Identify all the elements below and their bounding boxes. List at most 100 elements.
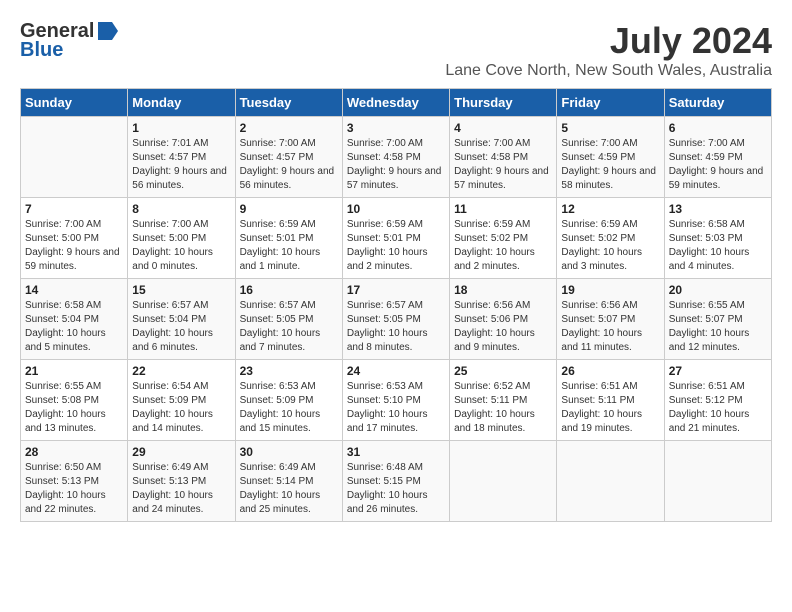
logo-icon: [96, 20, 118, 42]
day-info: Sunrise: 6:58 AMSunset: 5:03 PMDaylight:…: [669, 218, 767, 274]
day-header-saturday: Saturday: [664, 89, 771, 117]
day-cell: 18 Sunrise: 6:56 AMSunset: 5:06 PMDayligh…: [450, 279, 557, 360]
day-number: 14: [25, 283, 123, 297]
day-number: 7: [25, 202, 123, 216]
day-info: Sunrise: 6:49 AMSunset: 5:14 PMDaylight:…: [240, 461, 338, 517]
day-info: Sunrise: 6:51 AMSunset: 5:12 PMDaylight:…: [669, 380, 767, 436]
day-number: 15: [132, 283, 230, 297]
day-info: Sunrise: 6:55 AMSunset: 5:08 PMDaylight:…: [25, 380, 123, 436]
day-header-wednesday: Wednesday: [342, 89, 449, 117]
day-cell: 2 Sunrise: 7:00 AMSunset: 4:57 PMDaylight…: [235, 117, 342, 198]
day-number: 29: [132, 445, 230, 459]
day-header-friday: Friday: [557, 89, 664, 117]
day-header-tuesday: Tuesday: [235, 89, 342, 117]
day-header-monday: Monday: [128, 89, 235, 117]
day-number: 22: [132, 364, 230, 378]
day-header-sunday: Sunday: [21, 89, 128, 117]
day-number: 28: [25, 445, 123, 459]
day-info: Sunrise: 7:00 AMSunset: 4:59 PMDaylight:…: [561, 137, 659, 193]
day-cell: 9 Sunrise: 6:59 AMSunset: 5:01 PMDaylight…: [235, 198, 342, 279]
day-number: 4: [454, 121, 552, 135]
day-number: 2: [240, 121, 338, 135]
day-info: Sunrise: 6:59 AMSunset: 5:01 PMDaylight:…: [347, 218, 445, 274]
day-cell: [664, 441, 771, 522]
day-cell: 8 Sunrise: 7:00 AMSunset: 5:00 PMDaylight…: [128, 198, 235, 279]
location: Lane Cove North, New South Wales, Austra…: [445, 62, 772, 80]
day-info: Sunrise: 7:01 AMSunset: 4:57 PMDaylight:…: [132, 137, 230, 193]
day-cell: 19 Sunrise: 6:56 AMSunset: 5:07 PMDayligh…: [557, 279, 664, 360]
day-info: Sunrise: 7:00 AMSunset: 5:00 PMDaylight:…: [132, 218, 230, 274]
day-info: Sunrise: 6:50 AMSunset: 5:13 PMDaylight:…: [25, 461, 123, 517]
day-number: 6: [669, 121, 767, 135]
logo-blue-text: Blue: [20, 39, 63, 62]
day-number: 12: [561, 202, 659, 216]
week-row-4: 21 Sunrise: 6:55 AMSunset: 5:08 PMDayligh…: [21, 360, 772, 441]
day-number: 21: [25, 364, 123, 378]
day-cell: [21, 117, 128, 198]
day-cell: 23Sunrise: 6:53 AMSunset: 5:09 PMDayligh…: [235, 360, 342, 441]
day-cell: 25Sunrise: 6:52 AMSunset: 5:11 PMDayligh…: [450, 360, 557, 441]
day-cell: 15 Sunrise: 6:57 AMSunset: 5:04 PMDayligh…: [128, 279, 235, 360]
day-info: Sunrise: 6:51 AMSunset: 5:11 PMDaylight:…: [561, 380, 659, 436]
day-cell: 5 Sunrise: 7:00 AMSunset: 4:59 PMDaylight…: [557, 117, 664, 198]
day-info: Sunrise: 6:56 AMSunset: 5:06 PMDaylight:…: [454, 299, 552, 355]
day-number: 9: [240, 202, 338, 216]
day-cell: 4 Sunrise: 7:00 AMSunset: 4:58 PMDaylight…: [450, 117, 557, 198]
day-number: 31: [347, 445, 445, 459]
day-number: 8: [132, 202, 230, 216]
day-info: Sunrise: 6:59 AMSunset: 5:01 PMDaylight:…: [240, 218, 338, 274]
day-cell: 3 Sunrise: 7:00 AMSunset: 4:58 PMDaylight…: [342, 117, 449, 198]
day-number: 23: [240, 364, 338, 378]
header: General Blue July 2024 Lane Cove North, …: [20, 20, 772, 80]
day-cell: [557, 441, 664, 522]
day-info: Sunrise: 6:52 AMSunset: 5:11 PMDaylight:…: [454, 380, 552, 436]
week-row-3: 14 Sunrise: 6:58 AMSunset: 5:04 PMDayligh…: [21, 279, 772, 360]
day-number: 30: [240, 445, 338, 459]
day-cell: 28 Sunrise: 6:50 AMSunset: 5:13 PMDayligh…: [21, 441, 128, 522]
day-header-thursday: Thursday: [450, 89, 557, 117]
day-number: 10: [347, 202, 445, 216]
day-info: Sunrise: 6:55 AMSunset: 5:07 PMDaylight:…: [669, 299, 767, 355]
day-cell: 17 Sunrise: 6:57 AMSunset: 5:05 PMDayligh…: [342, 279, 449, 360]
day-cell: [450, 441, 557, 522]
day-number: 24: [347, 364, 445, 378]
day-cell: 24Sunrise: 6:53 AMSunset: 5:10 PMDayligh…: [342, 360, 449, 441]
day-number: 1: [132, 121, 230, 135]
day-cell: 29 Sunrise: 6:49 AMSunset: 5:13 PMDayligh…: [128, 441, 235, 522]
day-cell: 31Sunrise: 6:48 AMSunset: 5:15 PMDayligh…: [342, 441, 449, 522]
day-cell: 27 Sunrise: 6:51 AMSunset: 5:12 PMDayligh…: [664, 360, 771, 441]
day-number: 3: [347, 121, 445, 135]
day-info: Sunrise: 6:58 AMSunset: 5:04 PMDaylight:…: [25, 299, 123, 355]
week-row-2: 7 Sunrise: 7:00 AMSunset: 5:00 PMDaylight…: [21, 198, 772, 279]
day-number: 27: [669, 364, 767, 378]
day-number: 18: [454, 283, 552, 297]
day-cell: 13 Sunrise: 6:58 AMSunset: 5:03 PMDayligh…: [664, 198, 771, 279]
day-info: Sunrise: 6:59 AMSunset: 5:02 PMDaylight:…: [454, 218, 552, 274]
day-cell: 1 Sunrise: 7:01 AMSunset: 4:57 PMDaylight…: [128, 117, 235, 198]
day-cell: 10 Sunrise: 6:59 AMSunset: 5:01 PMDayligh…: [342, 198, 449, 279]
day-info: Sunrise: 6:57 AMSunset: 5:05 PMDaylight:…: [240, 299, 338, 355]
day-number: 13: [669, 202, 767, 216]
day-info: Sunrise: 6:54 AMSunset: 5:09 PMDaylight:…: [132, 380, 230, 436]
day-cell: 11 Sunrise: 6:59 AMSunset: 5:02 PMDayligh…: [450, 198, 557, 279]
day-info: Sunrise: 7:00 AMSunset: 4:58 PMDaylight:…: [454, 137, 552, 193]
month-year: July 2024: [445, 20, 772, 62]
day-cell: 7Sunrise: 7:00 AMSunset: 5:00 PMDaylight…: [21, 198, 128, 279]
day-cell: 16 Sunrise: 6:57 AMSunset: 5:05 PMDayligh…: [235, 279, 342, 360]
week-row-5: 28 Sunrise: 6:50 AMSunset: 5:13 PMDayligh…: [21, 441, 772, 522]
day-info: Sunrise: 7:00 AMSunset: 4:57 PMDaylight:…: [240, 137, 338, 193]
day-info: Sunrise: 6:57 AMSunset: 5:04 PMDaylight:…: [132, 299, 230, 355]
day-number: 19: [561, 283, 659, 297]
day-number: 5: [561, 121, 659, 135]
day-cell: 26Sunrise: 6:51 AMSunset: 5:11 PMDayligh…: [557, 360, 664, 441]
day-cell: 30 Sunrise: 6:49 AMSunset: 5:14 PMDayligh…: [235, 441, 342, 522]
day-info: Sunrise: 6:57 AMSunset: 5:05 PMDaylight:…: [347, 299, 445, 355]
day-number: 17: [347, 283, 445, 297]
week-row-1: 1 Sunrise: 7:01 AMSunset: 4:57 PMDaylight…: [21, 117, 772, 198]
day-number: 16: [240, 283, 338, 297]
day-number: 11: [454, 202, 552, 216]
day-info: Sunrise: 7:00 AMSunset: 4:58 PMDaylight:…: [347, 137, 445, 193]
calendar-table: SundayMondayTuesdayWednesdayThursdayFrid…: [20, 88, 772, 522]
day-info: Sunrise: 6:56 AMSunset: 5:07 PMDaylight:…: [561, 299, 659, 355]
day-info: Sunrise: 6:49 AMSunset: 5:13 PMDaylight:…: [132, 461, 230, 517]
